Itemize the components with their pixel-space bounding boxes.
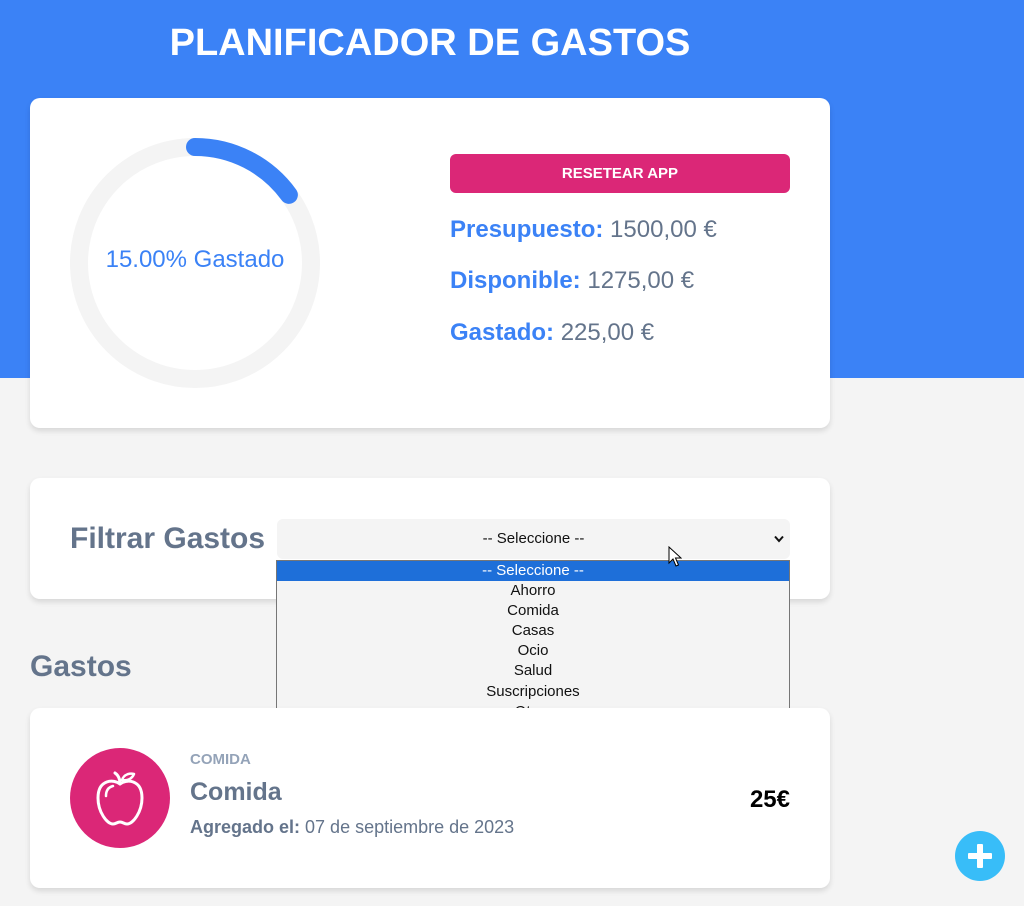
presupuesto-value: 1500,00 € — [610, 216, 717, 243]
expenses-section-title: Gastos — [30, 650, 132, 683]
dropdown-option[interactable]: Casas — [277, 621, 789, 641]
presupuesto-stat: Presupuesto: 1500,00 € — [450, 216, 717, 244]
disponible-value: 1275,00 € — [587, 267, 695, 294]
plus-icon — [968, 844, 992, 868]
select-value: -- Seleccione -- — [482, 530, 585, 547]
apple-svg — [96, 771, 144, 826]
reset-app-button[interactable]: RESETEAR APP — [450, 154, 790, 193]
dropdown-option[interactable]: Salud — [277, 661, 789, 681]
category-filter-select[interactable]: -- Seleccione -- — [277, 519, 790, 559]
dropdown-option[interactable]: Ocio — [277, 641, 789, 661]
dropdown-option[interactable]: Comida — [277, 601, 789, 621]
disponible-label: Disponible: — [450, 267, 581, 294]
dropdown-option[interactable]: -- Seleccione -- — [277, 561, 789, 582]
expense-date: Agregado el: 07 de septiembre de 2023 — [190, 817, 514, 838]
expense-date-label: Agregado el: — [190, 817, 301, 837]
gastado-label: Gastado: — [450, 319, 555, 346]
expense-name: Comida — [190, 778, 282, 806]
chevron-down-icon — [774, 519, 784, 559]
dropdown-option[interactable]: Ahorro — [277, 581, 789, 601]
app-title: PLANIFICADOR DE GASTOS — [169, 22, 691, 64]
add-expense-button[interactable] — [955, 831, 1005, 881]
disponible-stat: Disponible: 1275,00 € — [450, 267, 694, 295]
filter-label: Filtrar Gastos — [70, 522, 266, 555]
cursor-svg — [668, 545, 683, 567]
apple-icon — [70, 748, 170, 848]
gastado-stat: Gastado: 225,00 € — [450, 319, 654, 347]
mouse-cursor-icon — [668, 545, 683, 573]
expense-category: COMIDA — [190, 751, 251, 768]
gastado-value: 225,00 € — [560, 319, 655, 346]
expense-amount: 25€ — [749, 786, 790, 813]
category-dropdown-list[interactable]: -- Seleccione -- Ahorro Comida Casas Oci… — [276, 560, 790, 723]
dropdown-option[interactable]: Suscripciones — [277, 682, 789, 702]
expense-date-value: 07 de septiembre de 2023 — [305, 817, 515, 837]
presupuesto-label: Presupuesto: — [450, 216, 604, 243]
budget-progress-circle: 15.00% Gastado — [70, 138, 320, 388]
progress-text: 15.00% Gastado — [105, 246, 285, 273]
chevron-svg — [774, 535, 784, 543]
